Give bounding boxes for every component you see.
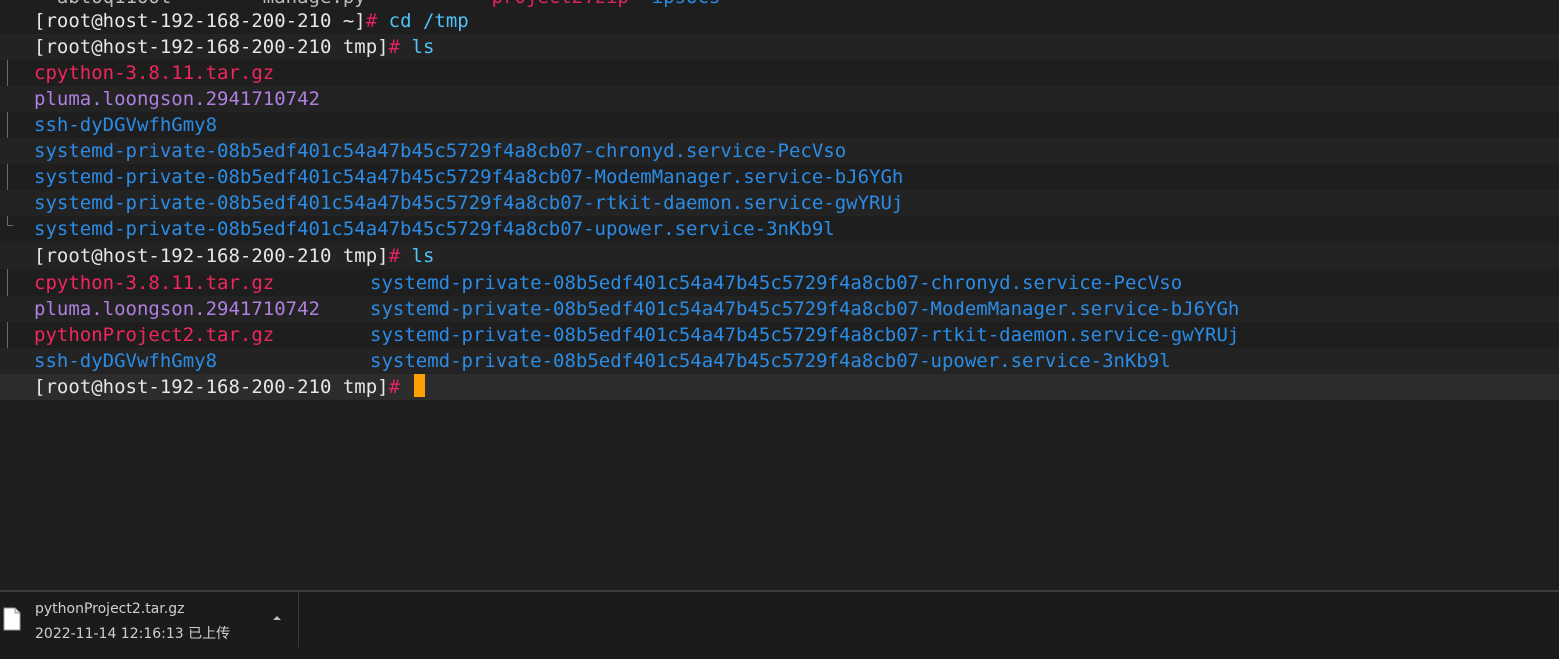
download-file-name: pythonProject2.tar.gz (35, 601, 185, 617)
command-text: ls (400, 36, 435, 58)
listing-line: cpython-3.8.11.tar.gz (0, 60, 1559, 86)
listing-line: systemd-private-08b5edf401c54a47b45c5729… (0, 138, 1559, 164)
prompt-hash: # (365, 10, 378, 32)
listing-entry: systemd-private-08b5edf401c54a47b45c5729… (34, 140, 847, 162)
listing-entry: systemd-private-08b5edf401c54a47b45c5729… (34, 166, 904, 188)
terminal-line-cd: [root@host-192-168-200-210 ~]# cd /tmp (0, 8, 1559, 34)
listing-line: pythonProject2.tar.gz systemd-private-08… (0, 322, 1559, 348)
download-bar: pythonProject2.tar.gz 2022-11-14 12:16:1… (0, 590, 1559, 659)
chevron-up-icon[interactable] (270, 611, 284, 625)
command-text: cd /tmp (377, 10, 469, 32)
terminal-line-current[interactable]: [root@host-192-168-200-210 tmp]# (0, 374, 1559, 400)
command-text: ls (400, 245, 435, 267)
listing-line: ssh-dyDGVwfhGmy8 (0, 112, 1559, 138)
prompt-hash: # (388, 36, 401, 58)
listing-entry: cpython-3.8.11.tar.gz (34, 272, 275, 294)
terminal-line-ls: [root@host-192-168-200-210 tmp]# ls (0, 34, 1559, 60)
listing-entry: pluma.loongson.2941710742 (34, 298, 320, 320)
listing-entry: systemd-private-08b5edf401c54a47b45c5729… (34, 192, 904, 214)
download-status: 2022-11-14 12:16:13 已上传 (35, 626, 231, 642)
listing-line: systemd-private-08b5edf401c54a47b45c5729… (0, 164, 1559, 190)
file-icon (3, 607, 21, 631)
listing-line: cpython-3.8.11.tar.gz systemd-private-08… (0, 270, 1559, 296)
listing-entry: systemd-private-08b5edf401c54a47b45c5729… (370, 324, 1240, 346)
download-item[interactable]: pythonProject2.tar.gz 2022-11-14 12:16:1… (0, 592, 299, 647)
listing-entry: cpython-3.8.11.tar.gz (34, 62, 275, 84)
listing-line: systemd-private-08b5edf401c54a47b45c5729… (0, 216, 1559, 242)
shell-prompt: [root@host-192-168-200-210 ~] (34, 10, 366, 32)
listing-entry: systemd-private-08b5edf401c54a47b45c5729… (370, 272, 1183, 294)
text-cursor (413, 374, 425, 397)
shell-prompt: [root@host-192-168-200-210 tmp] (34, 36, 389, 58)
shell-prompt: [root@host-192-168-200-210 tmp] (34, 245, 389, 267)
listing-entry: ssh-dyDGVwfhGmy8 (34, 114, 218, 136)
listing-entry: pythonProject2.tar.gz (34, 324, 275, 346)
listing-line: systemd-private-08b5edf401c54a47b45c5729… (0, 190, 1559, 216)
prompt-hash: # (388, 245, 401, 267)
listing-entry: systemd-private-08b5edf401c54a47b45c5729… (370, 298, 1240, 320)
shell-prompt: [root@host-192-168-200-210 tmp] (34, 376, 389, 398)
listing-entry: pluma.loongson.2941710742 (34, 88, 320, 110)
listing-entry: ssh-dyDGVwfhGmy8 (34, 350, 218, 372)
listing-line: ssh-dyDGVwfhGmy8 systemd-private-08b5edf… (0, 348, 1559, 374)
listing-entry: systemd-private-08b5edf401c54a47b45c5729… (370, 350, 1171, 372)
terminal-output[interactable]: abtoq11oot manage.py project2.zip ipsocs… (0, 0, 1559, 590)
listing-entry: systemd-private-08b5edf401c54a47b45c5729… (34, 218, 835, 240)
prompt-hash: # (388, 376, 401, 398)
listing-line: pluma.loongson.2941710742 (0, 86, 1559, 112)
terminal-line-ls: [root@host-192-168-200-210 tmp]# ls (0, 243, 1559, 269)
listing-line: pluma.loongson.2941710742 systemd-privat… (0, 296, 1559, 322)
